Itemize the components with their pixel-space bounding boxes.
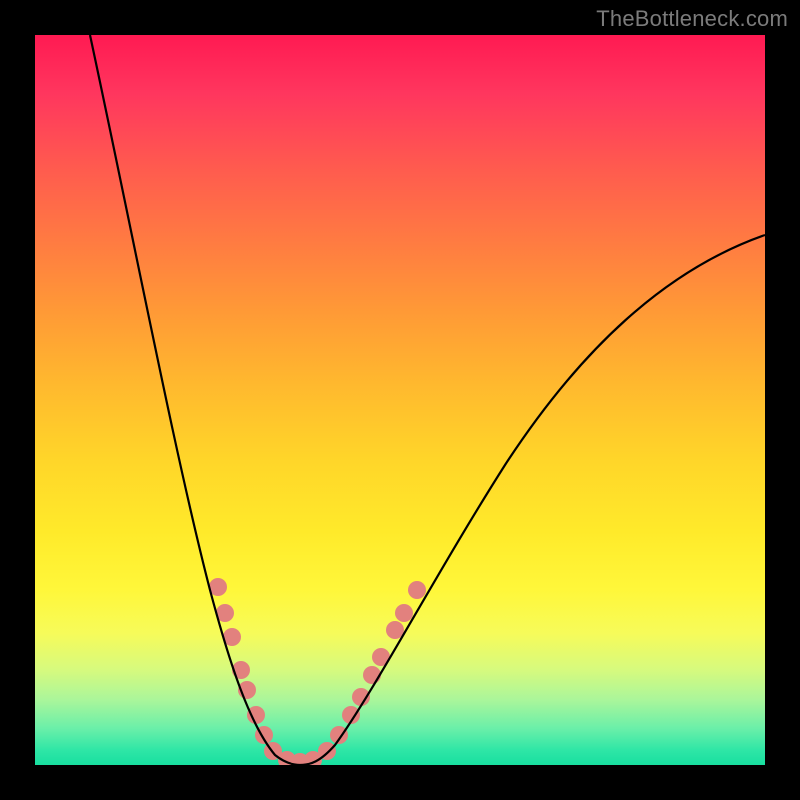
plot-area (35, 35, 765, 765)
data-dot (247, 706, 265, 724)
chart-frame: TheBottleneck.com (0, 0, 800, 800)
curve-right (300, 235, 765, 765)
watermark-text: TheBottleneck.com (596, 6, 788, 32)
chart-svg (35, 35, 765, 765)
curve-left (90, 35, 300, 765)
data-dot (395, 604, 413, 622)
data-dot (363, 666, 381, 684)
data-dot (408, 581, 426, 599)
dot-layer (209, 578, 426, 765)
